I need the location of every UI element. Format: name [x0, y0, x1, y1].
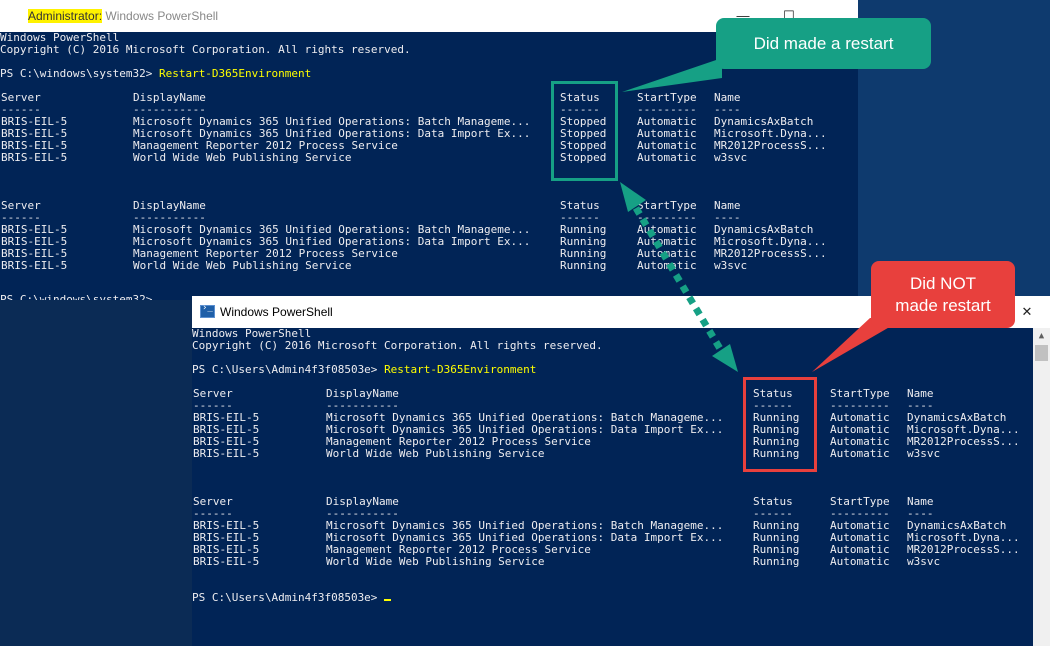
console-output[interactable]: Windows PowerShell Copyright (C) 2016 Mic…: [192, 328, 1033, 646]
table-cell-name: w3svc: [907, 555, 941, 568]
table-cell-displayname: World Wide Web Publishing Service: [326, 447, 545, 460]
console-copyright: Copyright (C) 2016 Microsoft Corporation…: [0, 43, 411, 56]
title-admin-highlight: Administrator:: [28, 9, 103, 23]
table-cell-starttype: Automatic: [637, 259, 697, 272]
status-highlight-red: [743, 377, 817, 472]
table-cell-server: BRIS-EIL-5: [1, 151, 68, 164]
table-cell-name: w3svc: [714, 259, 748, 272]
prompt-line[interactable]: PS C:\Users\Admin4f3f08503e> Restart-D36…: [192, 364, 536, 376]
table-cell-displayname: World Wide Web Publishing Service: [326, 555, 545, 568]
prompt-text: PS C:\windows\system32>: [0, 293, 159, 301]
prompt-line[interactable]: PS C:\windows\system32>: [0, 293, 166, 301]
command-text: Restart-D365Environment: [384, 363, 537, 376]
red-callout-line1: Did NOT: [909, 274, 977, 293]
prompt-line[interactable]: PS C:\windows\system32> Restart-D365Envi…: [0, 68, 311, 80]
window-title: Administrator: Windows PowerShell: [28, 9, 218, 23]
table-cell-displayname: World Wide Web Publishing Service: [133, 151, 352, 164]
red-callout: Did NOT made restart: [871, 261, 1015, 328]
green-callout: Did made a restart: [716, 18, 931, 69]
table-cell-starttype: Automatic: [637, 151, 697, 164]
scroll-thumb[interactable]: [1035, 345, 1048, 361]
powershell-window[interactable]: Windows PowerShell ✕ Windows PowerShellC…: [192, 296, 1050, 646]
prompt-text: PS C:\Users\Admin4f3f08503e>: [192, 591, 385, 604]
table-cell-server: BRIS-EIL-5: [193, 555, 260, 568]
table-cell-name: w3svc: [907, 447, 941, 460]
table-cell-starttype: Automatic: [830, 555, 890, 568]
table-cell-status: Running: [753, 555, 800, 568]
vertical-scrollbar[interactable]: ▲: [1033, 328, 1050, 646]
table-cell-name: w3svc: [714, 151, 748, 164]
table-cell-displayname: World Wide Web Publishing Service: [133, 259, 352, 272]
table-cell-starttype: Automatic: [830, 447, 890, 460]
table-cell-status: Running: [560, 259, 607, 272]
text-cursor: [384, 599, 392, 601]
green-callout-text: Did made a restart: [753, 34, 894, 53]
command-text: Restart-D365Environment: [158, 67, 312, 80]
table-cell-server: BRIS-EIL-5: [193, 447, 260, 460]
window-title: Windows PowerShell: [220, 305, 333, 319]
status-highlight-green: [551, 81, 618, 181]
prompt-text: PS C:\windows\system32>: [0, 67, 159, 80]
scroll-up-arrow-icon[interactable]: ▲: [1033, 328, 1050, 345]
title-app-name: Windows PowerShell: [102, 9, 219, 23]
console-output[interactable]: Windows PowerShell Copyright (C) 2016 Mic…: [0, 32, 858, 300]
prompt-text: PS C:\Users\Admin4f3f08503e>: [192, 363, 385, 376]
powershell-icon: [200, 303, 215, 318]
console-copyright: Copyright (C) 2016 Microsoft Corporation…: [192, 339, 603, 352]
red-callout-line2: made restart: [895, 296, 991, 315]
prompt-line[interactable]: PS C:\Users\Admin4f3f08503e>: [192, 591, 392, 604]
table-cell-server: BRIS-EIL-5: [1, 259, 68, 272]
